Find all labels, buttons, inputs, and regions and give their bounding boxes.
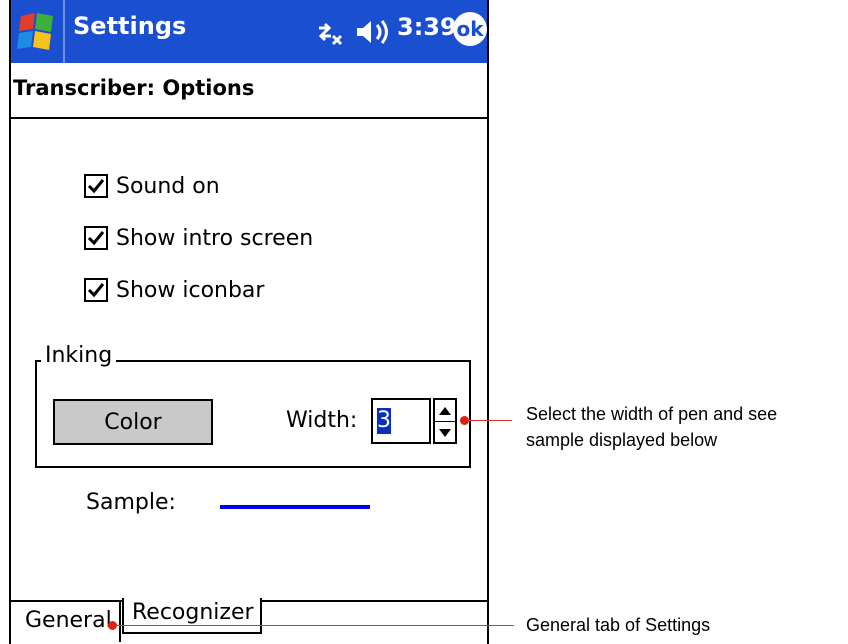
checkbox-box[interactable] (84, 226, 108, 250)
width-stepper[interactable] (433, 398, 457, 444)
decrement-arrow-icon[interactable] (435, 422, 455, 443)
app-title: Settings (73, 12, 187, 40)
page-title: Transcriber: Options (13, 76, 255, 100)
checkbox-box[interactable] (84, 174, 108, 198)
checkbox-label: Show iconbar (116, 277, 265, 303)
width-label: Width: (286, 408, 358, 433)
annotation-width-line1: Select the width of pen and see (526, 404, 778, 424)
title-bar: Settings 3:39 ok (11, 0, 487, 63)
annotation-leader (468, 420, 512, 421)
divider (11, 117, 487, 119)
ok-button[interactable]: ok (453, 12, 487, 46)
speaker-icon[interactable] (355, 16, 393, 48)
tab-recognizer[interactable]: Recognizer (122, 598, 262, 634)
windows-start-icon[interactable] (13, 8, 59, 54)
show-intro-screen-checkbox[interactable]: Show intro screen (84, 221, 313, 255)
checkmark-icon (87, 231, 105, 246)
sound-on-checkbox[interactable]: Sound on (84, 169, 220, 203)
width-input[interactable]: 3 (371, 398, 431, 444)
annotation-tab: General tab of Settings (526, 615, 711, 635)
clock[interactable]: 3:39 (397, 13, 457, 41)
show-iconbar-checkbox[interactable]: Show iconbar (84, 273, 264, 307)
color-button[interactable]: Color (53, 399, 213, 445)
sample-label: Sample: (86, 490, 176, 515)
checkmark-icon (87, 283, 105, 298)
pen-sample-stroke (220, 505, 370, 509)
annotation-leader (116, 625, 514, 626)
checkbox-label: Sound on (116, 173, 220, 199)
connectivity-icon[interactable] (313, 16, 345, 48)
tab-general[interactable]: General (11, 602, 121, 642)
width-value[interactable]: 3 (377, 408, 391, 434)
inking-group-label: Inking (41, 343, 117, 368)
pocket-pc-screen: Settings 3:39 ok Transcriber: Options So… (9, 0, 489, 644)
title-separator (63, 0, 65, 63)
checkbox-label: Show intro screen (116, 225, 314, 251)
checkbox-box[interactable] (84, 278, 108, 302)
checkmark-icon (87, 179, 105, 194)
annotation-width-line2: sample displayed below (526, 430, 718, 450)
increment-arrow-icon[interactable] (435, 400, 455, 422)
